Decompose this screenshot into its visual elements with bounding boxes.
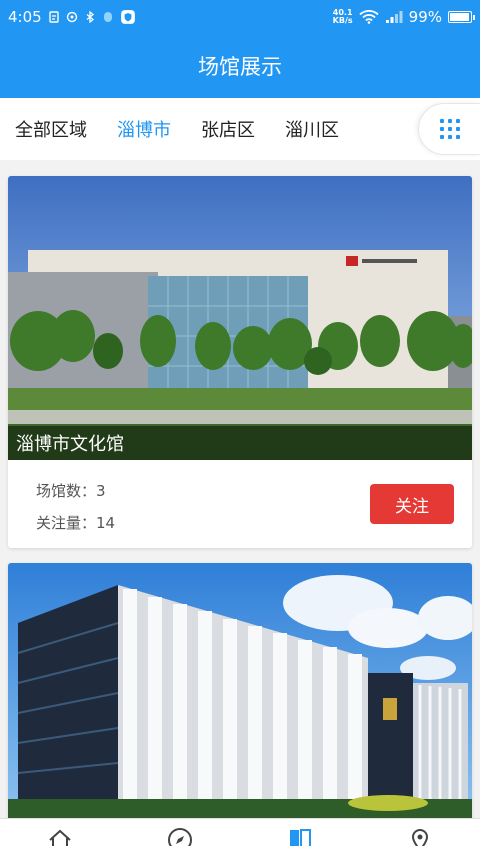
venue-list: 淄博市文化馆 场馆数：3 关注量：14 关注 [8, 176, 472, 838]
notification-icon [48, 11, 59, 23]
battery-percent: 99% [408, 8, 442, 26]
venue-photo[interactable] [8, 563, 472, 823]
compass-icon [168, 828, 192, 846]
bluetooth-icon [86, 11, 94, 23]
all-regions-grid-button[interactable] [418, 103, 480, 155]
venue-card[interactable] [8, 563, 472, 823]
venue-name: 淄博市文化馆 [8, 426, 472, 460]
tab-zhangdian[interactable]: 张店区 [186, 116, 270, 142]
status-bar: 4:05 40.1 KB/s 99% [0, 0, 480, 34]
home-icon [49, 829, 71, 846]
venue-info: 场馆数：3 关注量：14 关注 [8, 460, 472, 548]
location-icon [411, 828, 429, 846]
tab-zibo[interactable]: 淄博市 [102, 116, 186, 142]
wifi-icon [359, 10, 379, 24]
cultural-center-photo [8, 176, 472, 460]
shield-icon [120, 10, 135, 24]
nav-location[interactable] [360, 819, 480, 846]
location-status-icon [66, 11, 77, 23]
venue-photo[interactable]: 淄博市文化馆 [8, 176, 472, 460]
nav-discover[interactable] [120, 819, 240, 846]
signal-icon [385, 11, 403, 23]
nav-venues[interactable] [240, 819, 360, 846]
app-status-icon [103, 12, 112, 22]
tab-zichuan[interactable]: 淄川区 [270, 116, 354, 142]
region-tabs: 全部区域 淄博市 张店区 淄川区 [0, 98, 480, 160]
nav-home[interactable] [0, 819, 120, 846]
book-icon [290, 829, 311, 846]
follow-button[interactable]: 关注 [370, 484, 454, 524]
bottom-nav [0, 818, 480, 846]
net-speed-unit: KB/s [332, 16, 353, 25]
tab-all-regions[interactable]: 全部区域 [0, 116, 102, 142]
page-title: 场馆展示 [198, 55, 282, 79]
venue-card[interactable]: 淄博市文化馆 场馆数：3 关注量：14 关注 [8, 176, 472, 548]
net-speed: 40.1 KB/s [333, 9, 353, 25]
status-time: 4:05 [8, 8, 42, 26]
grid-icon [439, 118, 461, 140]
battery-icon [448, 11, 475, 23]
modern-building-photo [8, 563, 472, 823]
app-header: 场馆展示 [0, 34, 480, 98]
